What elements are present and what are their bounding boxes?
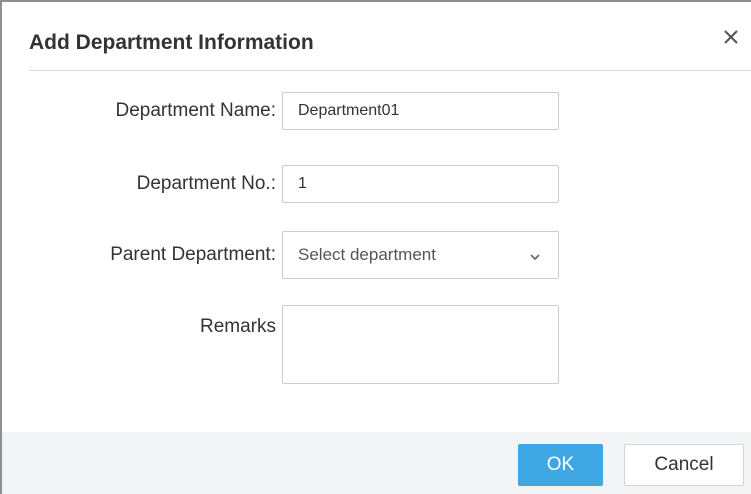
- ok-button[interactable]: OK: [518, 444, 603, 486]
- parent-department-select[interactable]: Select department: [282, 231, 559, 279]
- department-name-input[interactable]: [282, 92, 559, 130]
- remarks-textarea[interactable]: [282, 305, 559, 384]
- dialog-header: Add Department Information: [2, 2, 751, 70]
- cancel-button[interactable]: Cancel: [624, 444, 744, 486]
- department-no-input[interactable]: [282, 165, 559, 203]
- dialog-title: Add Department Information: [29, 31, 314, 54]
- department-name-label: Department Name:: [115, 100, 276, 121]
- add-department-dialog: Add Department Information Department Na…: [0, 0, 751, 494]
- remarks-label: Remarks: [199, 316, 276, 337]
- department-no-label: Department No.:: [136, 173, 276, 194]
- dialog-footer: OK Cancel: [2, 432, 751, 494]
- header-divider: [29, 70, 751, 71]
- parent-department-label: Parent Department:: [110, 244, 276, 265]
- close-icon[interactable]: [720, 26, 742, 48]
- parent-department-selected-value: Select department: [298, 245, 436, 264]
- chevron-down-icon: [529, 249, 541, 261]
